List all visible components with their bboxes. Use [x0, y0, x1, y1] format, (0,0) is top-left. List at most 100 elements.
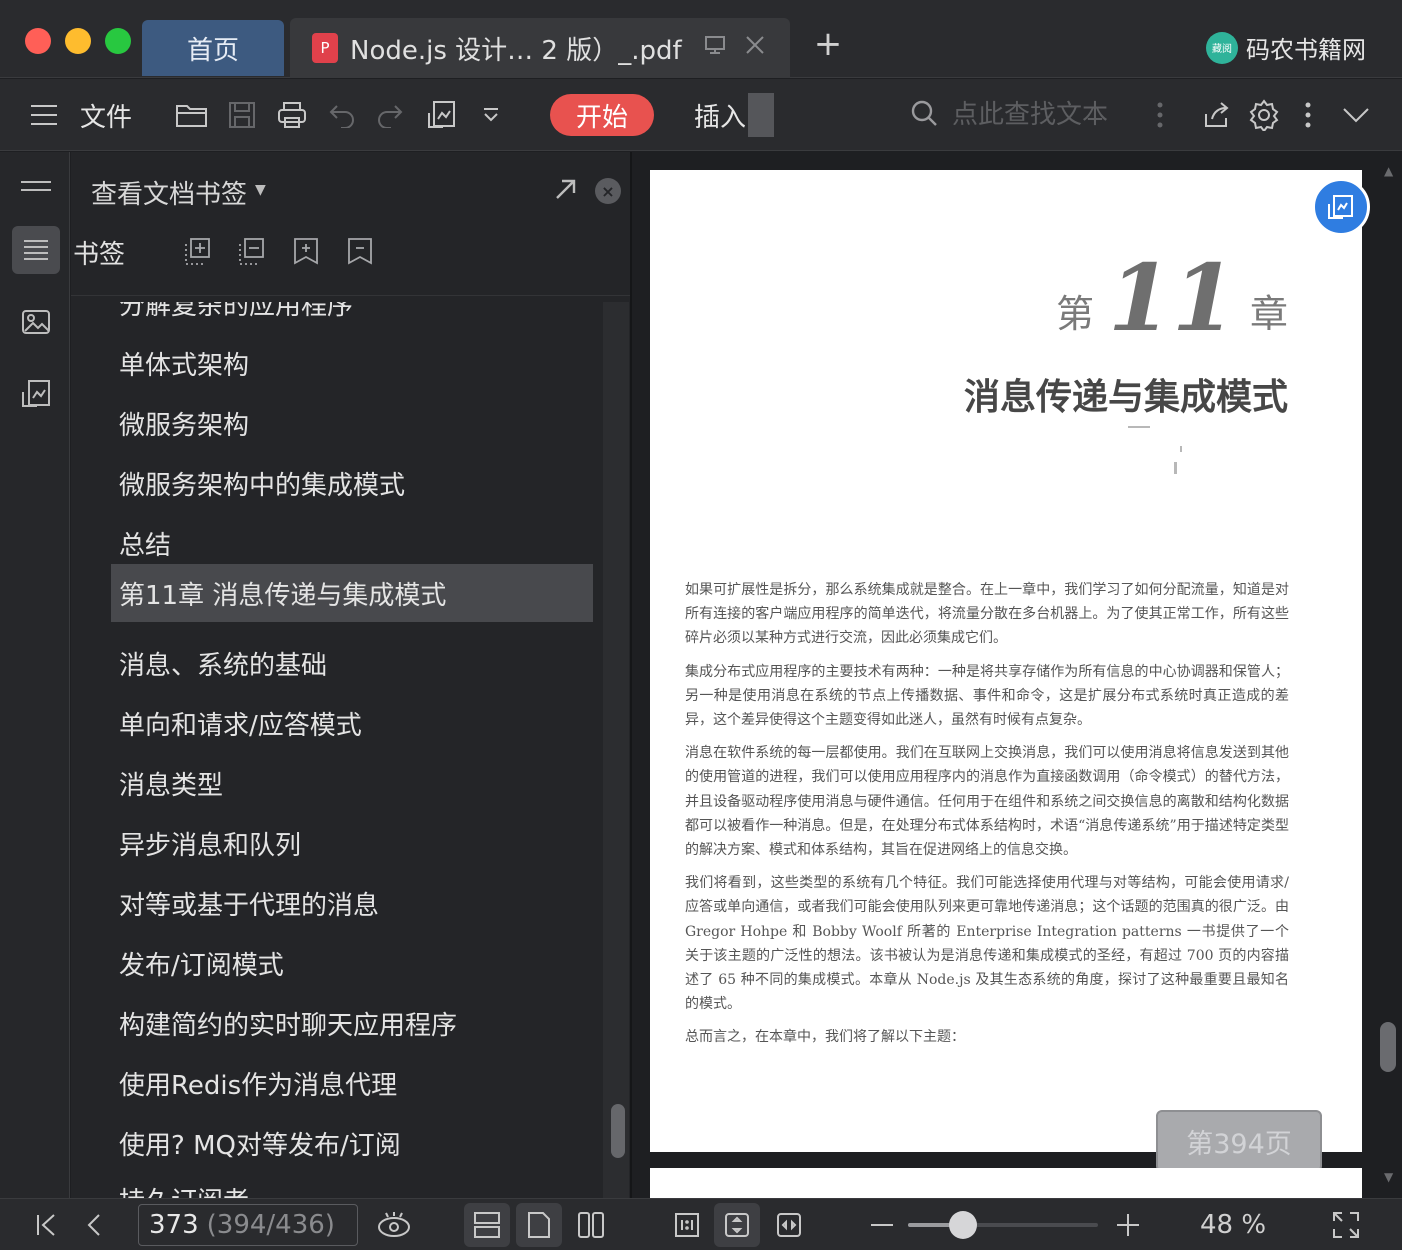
eye-protection-icon[interactable]: [372, 1199, 416, 1250]
two-page-icon[interactable]: [568, 1199, 614, 1250]
actual-size-icon[interactable]: [664, 1199, 710, 1250]
chapter-title: 消息传递与集成模式: [963, 377, 1288, 418]
bookmark-item[interactable]: 对等或基于代理的消息: [111, 874, 593, 932]
bookmark-item[interactable]: 消息类型: [111, 754, 593, 812]
bookmark-item[interactable]: 发布/订阅模式: [111, 934, 593, 992]
ribbon-scroll-right-button[interactable]: [748, 93, 774, 137]
settings-gear-icon[interactable]: [1244, 79, 1284, 151]
save-icon[interactable]: [222, 79, 262, 151]
pdf-file-icon: P: [312, 33, 338, 63]
file-menu[interactable]: 文件: [76, 79, 136, 151]
brand: 藏阅 码农书籍网: [1206, 30, 1366, 65]
page-total: (394/436): [206, 1210, 335, 1240]
bookmark-item[interactable]: 单向和请求/应答模式: [111, 694, 593, 752]
tab-document-title: Node.js 设计… 2 版）_.pdf: [350, 35, 682, 66]
previous-page-icon[interactable]: [80, 1199, 108, 1250]
bookmark-list-icon[interactable]: [12, 226, 60, 274]
collapse-all-icon[interactable]: [237, 236, 267, 266]
monitor-icon[interactable]: [704, 33, 726, 63]
undo-icon[interactable]: [322, 79, 362, 151]
bookmark-item[interactable]: 微服务架构中的集成模式: [111, 454, 593, 512]
scroll-down-arrow-icon[interactable]: ▼: [1384, 1170, 1393, 1184]
bookmark-scrollbar-thumb[interactable]: [611, 1104, 625, 1158]
current-page-input[interactable]: 373: [149, 1210, 199, 1240]
start-tab-button[interactable]: 开始: [550, 94, 654, 136]
add-bookmark-icon[interactable]: [291, 236, 321, 266]
paragraph: 消息在软件系统的每一层都使用。我们在互联网上交换消息，我们可以使用消息将信息发送…: [685, 745, 1289, 859]
print-icon[interactable]: [272, 79, 312, 151]
brand-logo: 藏阅: [1206, 31, 1238, 64]
insert-tab-button[interactable]: 插入: [690, 79, 750, 151]
search-input[interactable]: [952, 100, 1142, 130]
pdf-next-page: [650, 1168, 1362, 1198]
document-scrollbar-thumb[interactable]: [1380, 1022, 1396, 1072]
convert-document-icon[interactable]: [1312, 178, 1370, 236]
collapse-ribbon-chevron-icon[interactable]: [1338, 79, 1374, 151]
first-page-icon[interactable]: [30, 1199, 62, 1250]
zoom-out-icon[interactable]: [866, 1199, 898, 1250]
single-page-icon[interactable]: [516, 1203, 562, 1247]
fullscreen-icon[interactable]: [1326, 1199, 1366, 1250]
bookmark-item[interactable]: 消息、系统的基础: [111, 634, 593, 692]
redo-icon[interactable]: [370, 79, 410, 151]
paragraph: 集成分布式应用程序的主要技术有两种：一种是将共享存储作为所有信息的中心协调器和保…: [685, 663, 1289, 729]
export-pages-icon[interactable]: [12, 370, 60, 418]
expand-all-icon[interactable]: [183, 236, 213, 266]
minimize-window-button[interactable]: [65, 28, 91, 54]
continuous-scroll-icon[interactable]: [464, 1203, 510, 1247]
bookmark-item-selected[interactable]: 第11章 消息传递与集成模式: [111, 564, 593, 622]
zoom-level[interactable]: 48 %: [1200, 1199, 1266, 1250]
share-icon[interactable]: [1196, 79, 1236, 151]
print-speck: [1180, 446, 1182, 452]
bookmark-item[interactable]: 构建简约的实时聊天应用程序: [111, 994, 593, 1052]
zoom-in-icon[interactable]: [1112, 1199, 1144, 1250]
caret-down-icon[interactable]: ▼: [255, 182, 266, 198]
paragraph: 总而言之，在本章中，我们将了解以下主题：: [685, 1029, 965, 1046]
close-window-button[interactable]: [25, 28, 51, 54]
document-view: 第 11 章 消息传递与集成模式 如果可扩展性是拆分，那么系统集成就是整合。在上…: [634, 152, 1402, 1198]
bookmark-item[interactable]: 使用? MQ对等发布/订阅: [111, 1114, 593, 1172]
fit-width-icon[interactable]: [766, 1199, 812, 1250]
bookmark-item[interactable]: 持久订阅者: [111, 1170, 593, 1199]
remove-bookmark-icon[interactable]: [345, 236, 375, 266]
bookmark-item[interactable]: 分解复杂的应用程序: [111, 302, 593, 332]
bookmark-item[interactable]: 单体式架构: [111, 334, 593, 392]
maximize-window-button[interactable]: [105, 28, 131, 54]
tab-document[interactable]: P Node.js 设计… 2 版）_.pdf: [290, 18, 790, 78]
more-tools-chevron-icon[interactable]: [476, 79, 506, 151]
paragraph: 如果可扩展性是拆分，那么系统集成就是整合。在上一章中，我们学习了如何分配流量，知…: [685, 582, 1289, 647]
scroll-up-arrow-icon[interactable]: ▲: [1384, 164, 1393, 178]
tab-home[interactable]: 首页: [142, 20, 284, 76]
bookmark-tree: 分解复杂的应用程序 单体式架构 微服务架构 微服务架构中的集成模式 总结 第11…: [111, 302, 593, 1198]
panel-title-dropdown[interactable]: 查看文档书签: [91, 174, 247, 211]
collapse-panel-icon[interactable]: [12, 162, 60, 210]
fit-page-icon[interactable]: [714, 1203, 760, 1247]
thumbnail-image-icon[interactable]: [12, 298, 60, 346]
pop-out-arrow-icon[interactable]: [553, 176, 579, 206]
panel-header: 查看文档书签 ▼ ×: [71, 152, 630, 230]
search-field[interactable]: [910, 93, 1150, 137]
chapter-number: 第 11 章: [1056, 252, 1288, 344]
open-folder-icon[interactable]: [172, 79, 212, 151]
page-number-field[interactable]: 373 (394/436): [138, 1204, 358, 1246]
more-options-icon[interactable]: [1298, 79, 1318, 151]
export-icon[interactable]: [422, 79, 462, 151]
pdf-page: 第 11 章 消息传递与集成模式 如果可扩展性是拆分，那么系统集成就是整合。在上…: [650, 170, 1362, 1172]
paragraph: 我们将看到，这些类型的系统有几个特征。我们可能选择使用代理与对等结构，可能会使用…: [685, 875, 1289, 1013]
vertical-more-icon[interactable]: [1150, 79, 1170, 151]
new-tab-button[interactable]: +: [812, 27, 844, 61]
search-icon: [910, 99, 938, 131]
bookmark-item[interactable]: 微服务架构: [111, 394, 593, 452]
bookmark-item[interactable]: 使用Redis作为消息代理: [111, 1054, 593, 1112]
hamburger-menu-icon[interactable]: [26, 79, 62, 151]
chapter-suffix: 章: [1249, 292, 1288, 336]
close-tab-icon[interactable]: [744, 33, 766, 63]
chapter-prefix: 第: [1055, 292, 1094, 336]
bookmark-scrollbar[interactable]: [603, 302, 629, 1198]
page-number-overlay: 第394页: [1156, 1110, 1322, 1172]
close-panel-icon[interactable]: ×: [595, 178, 621, 204]
chapter-number-value: 11: [1107, 244, 1236, 352]
print-speck: [1128, 426, 1150, 428]
zoom-slider-knob[interactable]: [949, 1211, 978, 1239]
bookmark-item[interactable]: 异步消息和队列: [111, 814, 593, 872]
